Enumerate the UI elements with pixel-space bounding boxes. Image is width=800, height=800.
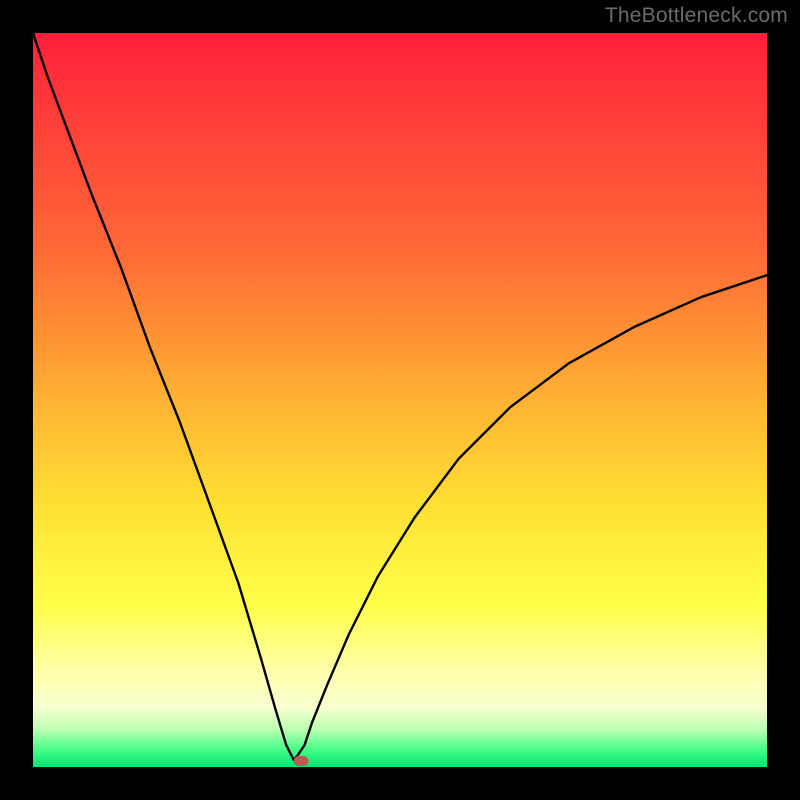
minimum-marker (293, 756, 308, 766)
watermark-text: TheBottleneck.com (605, 4, 788, 28)
chart-frame: TheBottleneck.com (0, 0, 800, 800)
bottleneck-curve (33, 33, 767, 767)
curve-path (33, 33, 767, 760)
plot-area (33, 33, 767, 767)
